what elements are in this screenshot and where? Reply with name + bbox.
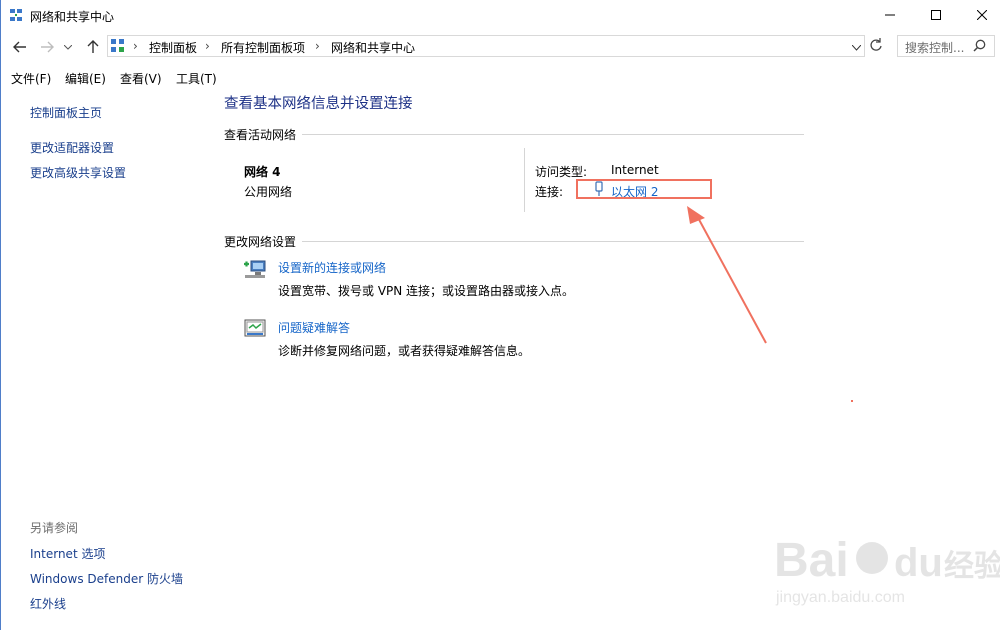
- breadcrumb-control-panel[interactable]: 控制面板: [149, 39, 197, 56]
- recent-dropdown-icon[interactable]: [61, 36, 75, 58]
- menu-view[interactable]: 查看(V): [120, 70, 162, 87]
- refresh-icon[interactable]: [869, 38, 883, 55]
- minimize-button[interactable]: [867, 0, 913, 30]
- menu-tools[interactable]: 工具(T): [176, 70, 217, 87]
- svg-text:du: du: [894, 541, 943, 585]
- see-also-heading: 另请参阅: [30, 521, 79, 535]
- annotation-arrow: [687, 206, 767, 344]
- svg-text:Bai: Bai: [774, 534, 849, 587]
- access-type-label: 访问类型:: [535, 165, 588, 179]
- forward-button[interactable]: [36, 36, 58, 58]
- menu-file[interactable]: 文件(F): [11, 70, 51, 87]
- troubleshoot-icon: [243, 318, 267, 343]
- vertical-divider: [524, 148, 525, 212]
- breadcrumb-all-items[interactable]: 所有控制面板项: [221, 39, 305, 56]
- change-settings-heading: 更改网络设置: [224, 235, 297, 249]
- setup-connection-link[interactable]: 设置新的连接或网络: [278, 259, 386, 276]
- address-dropdown-icon[interactable]: [851, 40, 862, 54]
- annotation-highlight-box: [576, 179, 712, 199]
- setup-connection-desc: 设置宽带、拨号或 VPN 连接；或设置路由器或接入点。: [278, 284, 575, 298]
- sidebar-link-adapter[interactable]: 更改适配器设置: [30, 139, 114, 156]
- see-also-firewall[interactable]: Windows Defender 防火墙: [30, 570, 183, 587]
- connection-label: 连接:: [535, 185, 564, 199]
- section-divider: [302, 134, 804, 135]
- baidu-jingyan-watermark: Bai du 经验 jingyan.baidu.com: [772, 518, 1004, 608]
- see-also-internet-options[interactable]: Internet 选项: [30, 545, 105, 562]
- page-title: 查看基本网络信息并设置连接: [224, 96, 413, 112]
- svg-text:经验: 经验: [944, 549, 1000, 584]
- network-center-icon: [9, 8, 23, 22]
- breadcrumb-separator-icon: ›: [133, 39, 138, 53]
- svg-text:jingyan.baidu.com: jingyan.baidu.com: [775, 589, 905, 606]
- maximize-button[interactable]: [913, 0, 959, 30]
- window-title: 网络和共享中心: [30, 10, 115, 24]
- sidebar-link-sharing[interactable]: 更改高级共享设置: [30, 164, 126, 181]
- search-placeholder: 搜索控制...: [905, 41, 965, 55]
- search-icon[interactable]: [973, 39, 986, 55]
- see-also-infrared[interactable]: 红外线: [30, 595, 66, 612]
- network-name: 网络 4: [244, 165, 281, 179]
- breadcrumb-current[interactable]: 网络和共享中心: [331, 39, 415, 56]
- close-button[interactable]: [959, 0, 1005, 30]
- network-type[interactable]: 公用网络: [244, 183, 292, 200]
- access-type-value: Internet: [611, 163, 659, 177]
- title-bar: 网络和共享中心: [0, 0, 1006, 30]
- troubleshoot-desc: 诊断并修复网络问题，或者获得疑难解答信息。: [278, 344, 531, 358]
- annotation-dot: [851, 400, 853, 402]
- up-button[interactable]: [82, 36, 104, 58]
- menu-edit[interactable]: 编辑(E): [65, 70, 106, 87]
- sidebar-link-home[interactable]: 控制面板主页: [30, 104, 102, 121]
- active-networks-heading: 查看活动网络: [224, 128, 297, 142]
- window-border: [0, 0, 1, 630]
- new-connection-icon: [243, 258, 267, 283]
- breadcrumb-separator-icon: ›: [315, 39, 320, 53]
- breadcrumb-separator-icon: ›: [205, 39, 210, 53]
- back-button[interactable]: [9, 36, 31, 58]
- troubleshoot-link[interactable]: 问题疑难解答: [278, 319, 350, 336]
- control-panel-icon: [110, 38, 125, 53]
